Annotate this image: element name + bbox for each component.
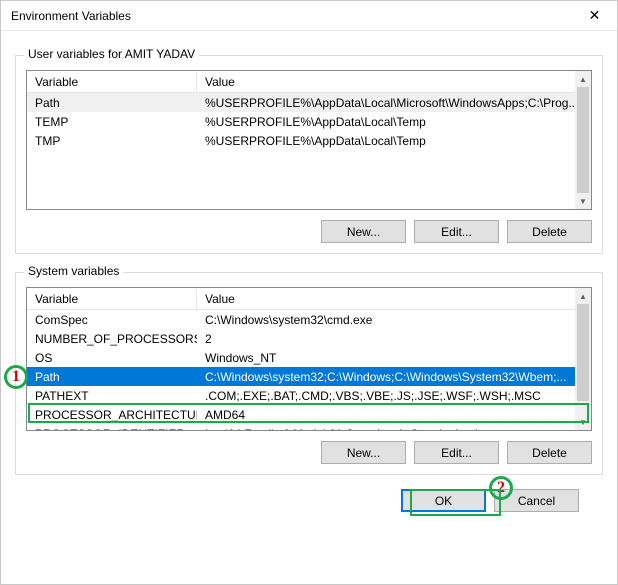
table-row[interactable]: ComSpecC:\Windows\system32\cmd.exe [27, 310, 575, 329]
cell-variable: Path [27, 369, 197, 385]
table-row[interactable]: PATHEXT.COM;.EXE;.BAT;.CMD;.VBS;.VBE;.JS… [27, 386, 575, 405]
dialog-content: User variables for AMIT YADAV Variable V… [1, 31, 617, 526]
cell-variable: OS [27, 350, 197, 366]
user-edit-button[interactable]: Edit... [414, 220, 499, 243]
cell-variable: PROCESSOR_ARCHITECTURE [27, 407, 197, 423]
dialog-footer: OK Cancel [15, 475, 603, 512]
cell-variable: TMP [27, 133, 197, 149]
user-header-variable[interactable]: Variable [27, 72, 197, 92]
cell-value: AMD64 [197, 407, 575, 423]
cell-variable: PATHEXT [27, 388, 197, 404]
system-edit-button[interactable]: Edit... [414, 441, 499, 464]
system-delete-button[interactable]: Delete [507, 441, 592, 464]
close-icon[interactable]: ✕ [572, 1, 617, 31]
table-row[interactable]: TEMP%USERPROFILE%\AppData\Local\Temp [27, 112, 575, 131]
table-row[interactable]: PROCESSOR_ARCHITECTUREAMD64 [27, 405, 575, 424]
system-variables-group: System variables Variable Value ComSpecC… [15, 272, 603, 475]
cell-variable: ComSpec [27, 312, 197, 328]
cell-variable: Path [27, 95, 197, 111]
table-row[interactable]: OSWindows_NT [27, 348, 575, 367]
cell-value: %USERPROFILE%\AppData\Local\Microsoft\Wi… [197, 95, 575, 111]
scroll-down-icon[interactable]: ▼ [575, 414, 591, 430]
user-list-body: Path%USERPROFILE%\AppData\Local\Microsof… [27, 93, 575, 209]
scroll-thumb[interactable] [577, 87, 589, 193]
cell-variable: TEMP [27, 114, 197, 130]
user-variables-list[interactable]: Variable Value Path%USERPROFILE%\AppData… [26, 70, 592, 210]
table-row[interactable]: Path%USERPROFILE%\AppData\Local\Microsof… [27, 93, 575, 112]
cell-variable: PROCESSOR_IDENTIFIER [27, 426, 197, 431]
system-scrollbar[interactable]: ▲ ▼ [575, 288, 591, 430]
table-row[interactable]: PROCESSOR_IDENTIFIERIntel64 Family 6 Mod… [27, 424, 575, 430]
user-scrollbar[interactable]: ▲ ▼ [575, 71, 591, 209]
table-row[interactable]: NUMBER_OF_PROCESSORS2 [27, 329, 575, 348]
ok-button[interactable]: OK [401, 489, 486, 512]
cell-value: 2 [197, 331, 575, 347]
cell-variable: NUMBER_OF_PROCESSORS [27, 331, 197, 347]
cell-value: Windows_NT [197, 350, 575, 366]
system-new-button[interactable]: New... [321, 441, 406, 464]
scroll-track[interactable] [575, 304, 591, 414]
scroll-down-icon[interactable]: ▼ [575, 193, 591, 209]
cell-value: %USERPROFILE%\AppData\Local\Temp [197, 114, 575, 130]
user-new-button[interactable]: New... [321, 220, 406, 243]
user-delete-button[interactable]: Delete [507, 220, 592, 243]
table-row[interactable]: TMP%USERPROFILE%\AppData\Local\Temp [27, 131, 575, 150]
scroll-up-icon[interactable]: ▲ [575, 71, 591, 87]
cell-value: .COM;.EXE;.BAT;.CMD;.VBS;.VBE;.JS;.JSE;.… [197, 388, 575, 404]
user-button-row: New... Edit... Delete [26, 220, 592, 243]
user-variables-group: User variables for AMIT YADAV Variable V… [15, 55, 603, 254]
system-variables-legend: System variables [24, 264, 123, 278]
cell-value: %USERPROFILE%\AppData\Local\Temp [197, 133, 575, 149]
window-title: Environment Variables [11, 9, 131, 23]
scroll-thumb[interactable] [577, 304, 589, 401]
system-list-header: Variable Value [27, 288, 591, 310]
user-list-header: Variable Value [27, 71, 591, 93]
system-button-row: New... Edit... Delete [26, 441, 592, 464]
titlebar: Environment Variables ✕ [1, 1, 617, 31]
table-row[interactable]: PathC:\Windows\system32;C:\Windows;C:\Wi… [27, 367, 575, 386]
scroll-up-icon[interactable]: ▲ [575, 288, 591, 304]
cancel-button[interactable]: Cancel [494, 489, 579, 512]
scroll-track[interactable] [575, 87, 591, 193]
system-header-value[interactable]: Value [197, 289, 591, 309]
system-header-variable[interactable]: Variable [27, 289, 197, 309]
cell-value: Intel64 Family 6 Model 61 Stepping 4, Ge… [197, 426, 575, 431]
user-header-value[interactable]: Value [197, 72, 591, 92]
cell-value: C:\Windows\system32\cmd.exe [197, 312, 575, 328]
system-list-body: ComSpecC:\Windows\system32\cmd.exeNUMBER… [27, 310, 575, 430]
system-variables-list[interactable]: Variable Value ComSpecC:\Windows\system3… [26, 287, 592, 431]
cell-value: C:\Windows\system32;C:\Windows;C:\Window… [197, 369, 575, 385]
user-variables-legend: User variables for AMIT YADAV [24, 47, 199, 61]
